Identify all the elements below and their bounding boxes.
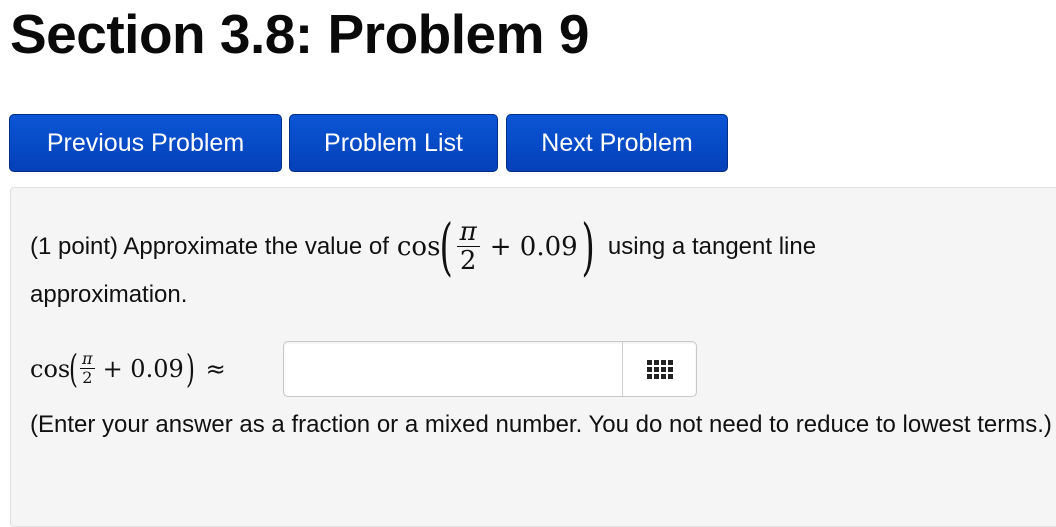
answer-math-label: cos ( π 2 + 0.09 ) bbox=[30, 347, 195, 391]
answer-math-fraction: π 2 bbox=[80, 349, 95, 388]
answer-row: cos ( π 2 + 0.09 ) ≈ bbox=[30, 341, 697, 397]
problem-panel: (1 point) Approximate the value of cos (… bbox=[10, 187, 1056, 527]
equation-palette-button[interactable] bbox=[622, 342, 697, 396]
math-plus-term: + 0.09 bbox=[489, 232, 578, 262]
problem-intro-text: (1 point) Approximate the value of bbox=[30, 233, 389, 260]
answer-open-paren: ( bbox=[69, 347, 79, 391]
answer-close-paren: ) bbox=[185, 347, 195, 391]
answer-field bbox=[283, 341, 697, 397]
answer-math-denominator: 2 bbox=[82, 368, 93, 388]
problem-continuation-text: using a tangent line bbox=[607, 233, 817, 260]
math-denominator: 2 bbox=[459, 245, 477, 276]
grid-icon bbox=[647, 359, 673, 379]
problem-statement: (1 point) Approximate the value of cos (… bbox=[30, 207, 816, 287]
answer-input[interactable] bbox=[284, 342, 622, 396]
page-title: Section 3.8: Problem 9 bbox=[10, 3, 589, 65]
approx-symbol: ≈ bbox=[205, 355, 226, 383]
next-problem-button[interactable]: Next Problem bbox=[506, 114, 728, 172]
problem-list-button[interactable]: Problem List bbox=[289, 114, 498, 172]
math-numerator: π bbox=[456, 218, 480, 247]
math-close-paren: ) bbox=[581, 210, 595, 283]
answer-math-function: cos bbox=[30, 355, 71, 383]
answer-math-plus-term: + 0.09 bbox=[102, 355, 184, 383]
answer-hint: (Enter your answer as a fraction or a mi… bbox=[30, 411, 1052, 438]
math-fraction: π 2 bbox=[456, 218, 480, 276]
math-expression: cos ( π 2 + 0.09 ) bbox=[396, 210, 595, 283]
previous-problem-button[interactable]: Previous Problem bbox=[9, 114, 282, 172]
math-function: cos bbox=[396, 232, 441, 262]
problem-text-line2: approximation. bbox=[30, 281, 188, 308]
answer-math-numerator: π bbox=[80, 349, 95, 370]
math-open-paren: ( bbox=[439, 210, 454, 283]
